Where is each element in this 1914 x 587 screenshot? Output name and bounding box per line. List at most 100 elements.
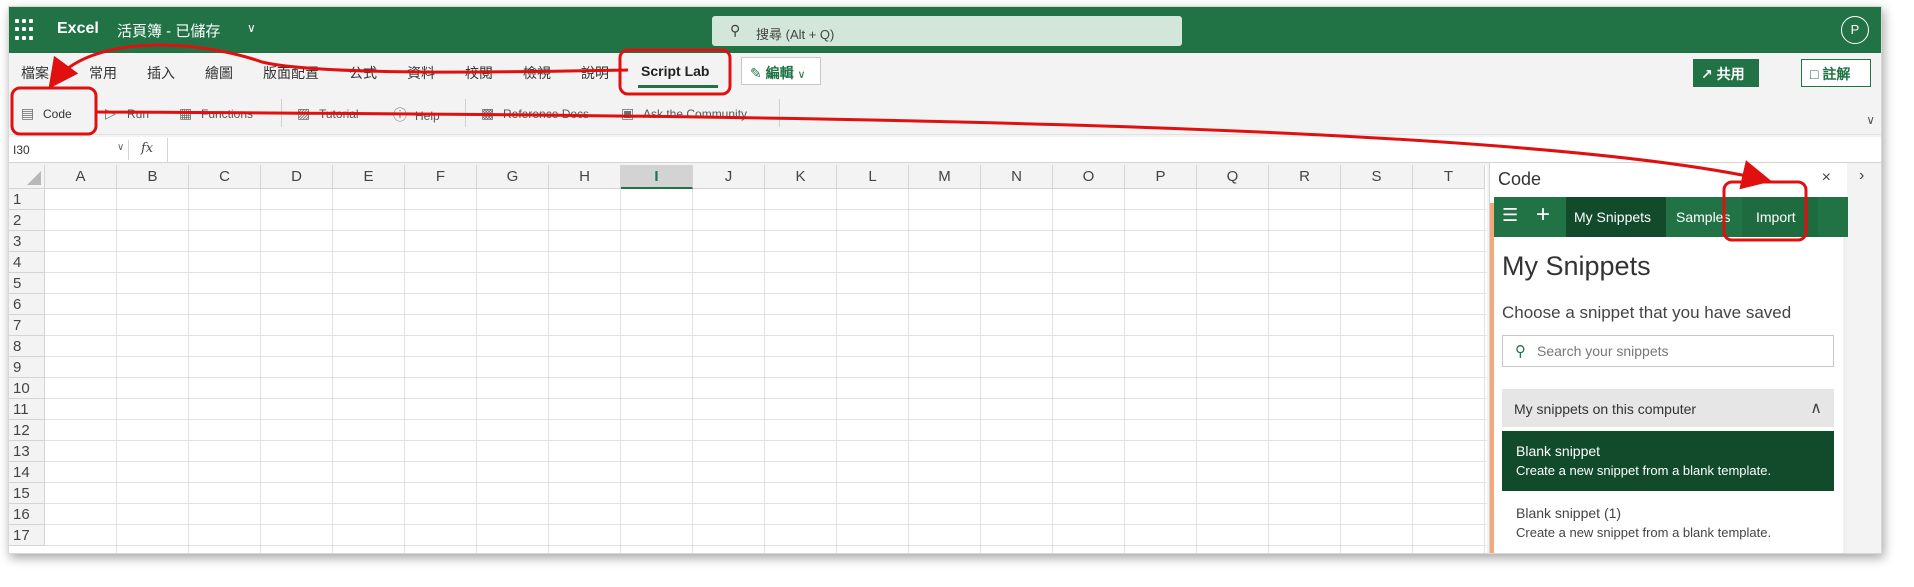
column-header[interactable]: J — [693, 165, 765, 189]
comments-label: 註解 — [1822, 66, 1851, 82]
column-header[interactable]: G — [477, 165, 549, 189]
fx-icon[interactable]: fx — [141, 141, 153, 156]
snippet-item[interactable]: Blank snippet (1) Create a new snippet f… — [1502, 493, 1834, 553]
tab-page-layout[interactable]: 版面配置 — [263, 63, 319, 83]
row-header[interactable]: 2 — [9, 210, 45, 231]
document-name[interactable]: 活頁簿 - 已儲存 — [117, 20, 220, 41]
hamburger-icon[interactable]: ☰ — [1502, 205, 1518, 226]
tab-insert[interactable]: 插入 — [147, 63, 175, 83]
column-header[interactable]: S — [1341, 165, 1413, 189]
column-header[interactable]: P — [1125, 165, 1197, 189]
help-button[interactable]: ⓘ Help — [393, 105, 440, 125]
column-header[interactable]: B — [117, 165, 189, 189]
tab-data[interactable]: 資料 — [407, 63, 435, 83]
tab-formulas[interactable]: 公式 — [349, 63, 377, 83]
row-header[interactable]: 9 — [9, 357, 45, 378]
run-button[interactable]: ▷ Run — [105, 105, 149, 122]
avatar[interactable]: P — [1841, 16, 1869, 44]
chevron-right-icon[interactable]: › — [1859, 167, 1864, 185]
column-header[interactable]: Q — [1197, 165, 1269, 189]
row-header[interactable]: 1 — [9, 189, 45, 210]
app-name[interactable]: Excel — [57, 20, 99, 38]
snippet-group-header[interactable]: My snippets on this computer ∧ — [1502, 389, 1834, 427]
row-header[interactable]: 12 — [9, 420, 45, 441]
chevron-down-icon[interactable]: ∨ — [247, 21, 256, 35]
waffle-icon[interactable] — [15, 19, 37, 41]
snippet-title: Blank snippet (1) — [1516, 505, 1622, 521]
row-header[interactable]: 8 — [9, 336, 45, 357]
code-button[interactable]: ▤ Code — [21, 105, 72, 122]
tab-samples[interactable]: Samples — [1676, 209, 1730, 225]
row-header[interactable]: 7 — [9, 315, 45, 336]
edit-mode-button[interactable]: ✎ 編輯 ∨ — [741, 57, 821, 85]
row-header[interactable]: 4 — [9, 252, 45, 273]
name-box[interactable]: I30 — [11, 140, 129, 160]
row-header[interactable]: 11 — [9, 399, 45, 420]
formula-input[interactable] — [167, 138, 1867, 162]
row-header[interactable]: 13 — [9, 441, 45, 462]
row-header[interactable]: 14 — [9, 462, 45, 483]
row-header[interactable]: 15 — [9, 483, 45, 504]
tab-script-lab[interactable]: Script Lab — [641, 63, 709, 79]
column-header[interactable]: M — [909, 165, 981, 189]
chevron-up-icon[interactable]: ∧ — [1810, 398, 1822, 418]
tutorial-icon: ▨ — [297, 105, 311, 121]
pencil-icon: ✎ — [750, 65, 762, 81]
row-header[interactable]: 3 — [9, 231, 45, 252]
tab-draw[interactable]: 繪圖 — [205, 63, 233, 83]
grid-line — [45, 356, 1487, 357]
row-header[interactable]: 5 — [9, 273, 45, 294]
reference-docs-button[interactable]: ▩ Reference Docs — [481, 105, 589, 122]
row-header[interactable]: 10 — [9, 378, 45, 399]
share-button[interactable]: ↗ 共用 — [1693, 59, 1759, 87]
column-header[interactable]: F — [405, 165, 477, 189]
column-header[interactable]: H — [549, 165, 621, 189]
excel-window: Excel 活頁簿 - 已儲存 ∨ ⚲ 搜尋 (Alt + Q) P 檔案 常用… — [8, 6, 1882, 554]
column-header[interactable]: D — [261, 165, 333, 189]
grid-line — [45, 440, 1487, 441]
search-box[interactable]: ⚲ 搜尋 (Alt + Q) — [712, 16, 1182, 46]
column-header[interactable]: R — [1269, 165, 1341, 189]
close-icon[interactable]: × — [1822, 169, 1831, 187]
plus-icon[interactable]: + — [1536, 201, 1550, 229]
ask-community-button[interactable]: ▣ Ask the Community — [621, 105, 747, 122]
tab-file[interactable]: 檔案 — [21, 63, 49, 83]
row-header[interactable]: 6 — [9, 294, 45, 315]
tab-review[interactable]: 校閱 — [465, 63, 493, 83]
tutorial-button[interactable]: ▨ Tutorial — [297, 105, 359, 122]
chat-icon: ▣ — [621, 105, 635, 121]
grid-line — [1340, 189, 1341, 553]
column-header[interactable]: L — [837, 165, 909, 189]
pane-scrollbar[interactable] — [1843, 237, 1847, 553]
row-header[interactable]: 16 — [9, 504, 45, 525]
grid-line — [1268, 189, 1269, 553]
grid-line — [45, 251, 1487, 252]
chevron-down-icon[interactable]: ∨ — [1866, 113, 1875, 127]
functions-button[interactable]: ▦ Functions — [179, 105, 253, 122]
help-label: Help — [415, 109, 440, 123]
chevron-down-icon[interactable]: ∨ — [117, 142, 124, 153]
snippet-search-input[interactable] — [1537, 342, 1817, 360]
select-all-corner[interactable] — [9, 165, 45, 189]
column-header[interactable]: K — [765, 165, 837, 189]
column-header[interactable]: E — [333, 165, 405, 189]
tab-home[interactable]: 常用 — [89, 63, 117, 83]
tab-help[interactable]: 說明 — [581, 63, 609, 83]
column-header[interactable]: A — [45, 165, 117, 189]
column-header[interactable]: O — [1053, 165, 1125, 189]
grid-line — [836, 189, 837, 553]
spreadsheet-grid[interactable]: A B C D E F G H I J K L M N O P Q R S T 1 2 3 4 5 6 7 8 9 10 11 12 13 14 1… — [9, 165, 1487, 553]
run-icon: ▷ — [105, 105, 116, 121]
column-header[interactable]: C — [189, 165, 261, 189]
comments-button[interactable]: □ 註解 — [1801, 59, 1871, 87]
tab-import-label[interactable]: Import — [1756, 209, 1796, 225]
column-header[interactable]: N — [981, 165, 1053, 189]
snippet-item[interactable]: Blank snippet Create a new snippet from … — [1502, 431, 1834, 491]
column-header[interactable]: T — [1413, 165, 1485, 189]
title-bar: Excel 活頁簿 - 已儲存 ∨ ⚲ 搜尋 (Alt + Q) P — [9, 7, 1881, 53]
column-header[interactable]: I — [621, 165, 693, 189]
tab-my-snippets-label[interactable]: My Snippets — [1574, 209, 1651, 225]
grid-line — [45, 230, 1487, 231]
tab-view[interactable]: 檢視 — [523, 63, 551, 83]
row-header[interactable]: 17 — [9, 525, 45, 546]
